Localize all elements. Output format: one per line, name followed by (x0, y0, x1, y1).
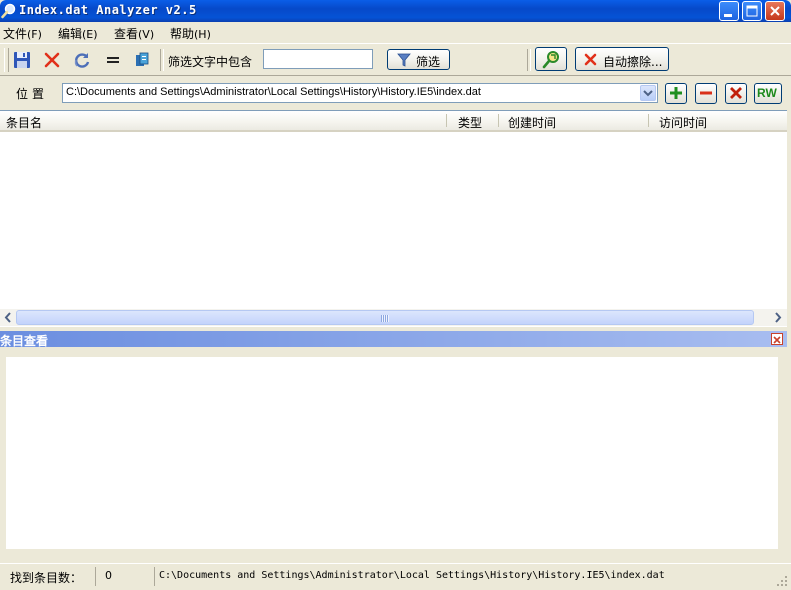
filter-button-label: 筛选 (416, 55, 441, 69)
detail-pane-title: 条目查看 (0, 334, 49, 348)
detail-pane-close-button[interactable] (771, 333, 783, 345)
equals-icon[interactable] (104, 51, 122, 69)
close-icon (773, 336, 781, 344)
menu-help[interactable]: 帮助(H) (170, 25, 211, 42)
found-count-value: 0 (105, 569, 112, 582)
magnifier-icon (1, 3, 16, 19)
title-bar[interactable]: Index.dat Analyzer v2.5 (0, 0, 791, 22)
funnel-icon (397, 53, 411, 67)
minus-icon (700, 91, 712, 95)
horizontal-scrollbar[interactable] (0, 309, 787, 326)
auto-erase-label: 自动擦除... (603, 55, 663, 69)
erase-x-icon (584, 53, 597, 66)
remove-button[interactable] (695, 83, 717, 104)
detail-pane-title-bar: 条目查看 (0, 331, 787, 348)
close-icon (770, 6, 780, 16)
column-divider[interactable] (446, 114, 447, 127)
list-header: 条目名 类型 创建时间 访问时间 (0, 111, 787, 132)
magnify-refresh-icon (542, 51, 559, 69)
status-divider (95, 567, 96, 586)
window-title: Index.dat Analyzer v2.5 (19, 3, 197, 17)
chevron-down-icon (643, 90, 653, 97)
resize-grip-icon[interactable] (776, 575, 788, 587)
found-count-label: 找到条目数： (10, 571, 83, 585)
toolbar-separator (527, 49, 531, 71)
add-button[interactable] (665, 83, 687, 104)
column-divider[interactable] (498, 114, 499, 127)
plus-icon (670, 87, 682, 99)
thumb-grip (381, 315, 389, 322)
combo-dropdown-button[interactable] (640, 85, 656, 101)
column-created[interactable]: 创建时间 (508, 114, 556, 131)
maximize-icon (746, 5, 758, 17)
maximize-button[interactable] (742, 1, 762, 21)
column-accessed[interactable]: 访问时间 (659, 114, 707, 131)
location-label: 位置 (16, 87, 49, 101)
window-right-edge (787, 110, 791, 563)
menu-edit[interactable]: 编辑(E) (58, 25, 98, 42)
minimize-button[interactable] (719, 1, 739, 21)
clear-button[interactable] (725, 83, 747, 104)
column-divider[interactable] (648, 114, 649, 127)
copy-icon[interactable] (133, 51, 151, 69)
delete-icon[interactable] (43, 51, 61, 69)
toolbar-separator (160, 49, 164, 71)
menu-view[interactable]: 查看(V) (114, 25, 154, 42)
close-x-icon (730, 87, 742, 99)
rw-label: RW (757, 86, 777, 100)
filter-label: 筛选文字中包含 (168, 55, 253, 69)
filter-button[interactable]: 筛选 (387, 49, 450, 70)
menu-file[interactable]: 文件(F) (3, 25, 42, 42)
entry-list[interactable]: 条目名 类型 创建时间 访问时间 (0, 110, 787, 327)
filter-input[interactable] (263, 49, 373, 69)
minimize-icon (724, 14, 732, 17)
menu-bar: 文件(F) 编辑(E) 查看(V) 帮助(H) (0, 22, 791, 42)
refresh-icon[interactable] (73, 51, 91, 69)
close-window-button[interactable] (765, 1, 785, 21)
scroll-right-icon[interactable] (770, 309, 786, 326)
rw-toggle-button[interactable]: RW (754, 83, 782, 104)
toolbar-grip[interactable] (4, 48, 9, 72)
scroll-left-icon[interactable] (0, 309, 16, 326)
save-icon[interactable] (13, 51, 31, 69)
status-bar: 找到条目数： 0 C:\Documents and Settings\Admin… (0, 563, 791, 590)
column-type[interactable]: 类型 (458, 114, 482, 131)
location-combobox[interactable]: C:\Documents and Settings\Administrator\… (62, 83, 658, 103)
find-button[interactable] (535, 47, 567, 71)
auto-erase-button[interactable]: 自动擦除... (575, 47, 669, 71)
status-path: C:\Documents and Settings\Administrator\… (159, 570, 665, 581)
location-path: C:\Documents and Settings\Administrator\… (66, 86, 481, 98)
detail-pane (0, 348, 787, 560)
column-entry-name[interactable]: 条目名 (6, 114, 42, 131)
detail-content-area[interactable] (6, 357, 778, 549)
status-divider (154, 567, 155, 586)
scroll-thumb[interactable] (16, 310, 754, 325)
